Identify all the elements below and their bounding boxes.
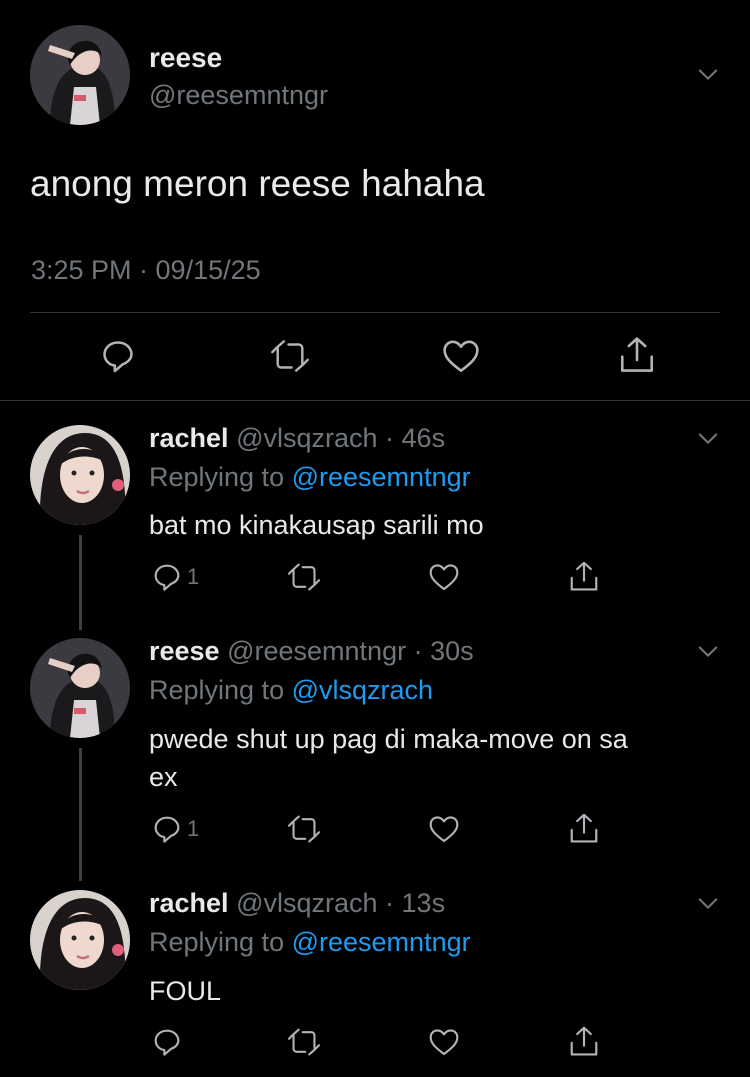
tweet-text-line: pwede shut up pag di maka-move on sa [149,724,628,754]
author-handle[interactable]: @reesemntngr [227,636,406,666]
avatar-image [30,25,130,125]
reply-icon[interactable] [99,337,137,375]
author-name[interactable]: reese [149,42,222,74]
avatar[interactable] [30,638,130,738]
tweet-age: · 46s [385,423,446,453]
like-icon[interactable] [428,562,460,592]
avatar-image [30,425,130,525]
author-name[interactable]: reese [149,636,220,666]
chevron-down-icon[interactable] [694,424,722,452]
reply-icon [151,813,183,845]
tweet-age: · 13s [385,888,446,918]
avatar[interactable] [30,890,130,990]
share-icon[interactable] [569,812,599,845]
retweet-icon[interactable] [287,813,321,845]
section-divider [0,400,750,401]
replying-to-label: Replying to [149,462,285,492]
like-icon[interactable] [428,1027,460,1057]
avatar[interactable] [30,25,130,125]
replying-to-label: Replying to [149,927,285,957]
thread-line [79,748,82,881]
like-icon[interactable] [441,338,481,374]
share-icon[interactable] [569,1025,599,1058]
replying-to-handle[interactable]: @reesemntngr [292,462,471,492]
author-handle[interactable]: @vlsqzrach [236,888,377,918]
author-handle[interactable]: @vlsqzrach [236,423,377,453]
tweet-timestamp[interactable]: 3:25 PM · 09/15/25 [31,255,261,286]
reply-button[interactable]: 1 [151,561,199,593]
reply-button[interactable]: 1 [151,813,199,845]
replying-to-handle[interactable]: @vlsqzrach [292,675,433,705]
divider [30,312,720,313]
author-handle[interactable]: @reesemntngr [149,80,328,111]
retweet-icon[interactable] [287,1026,321,1058]
share-icon[interactable] [619,335,655,375]
tweet-text: FOUL [149,976,222,1006]
share-icon[interactable] [569,560,599,593]
chevron-down-icon[interactable] [694,637,722,665]
replying-to-label: Replying to [149,675,285,705]
author-name[interactable]: rachel [149,888,229,918]
tweet-text: bat mo kinakausap sarili mo [149,510,484,540]
chevron-down-icon[interactable] [694,889,722,917]
avatar[interactable] [30,425,130,525]
reply-icon [151,1026,183,1058]
chevron-down-icon[interactable] [694,60,722,88]
author-name[interactable]: rachel [149,423,229,453]
retweet-icon[interactable] [287,561,321,593]
replying-to-handle[interactable]: @reesemntngr [292,927,471,957]
like-icon[interactable] [428,814,460,844]
retweet-icon[interactable] [270,337,310,375]
tweet-age: · 30s [413,636,474,666]
reply-button[interactable] [151,1026,187,1058]
tweet-text-line: ex [149,762,178,792]
reply-icon [151,561,183,593]
reply-count: 1 [187,564,200,589]
avatar-image [30,890,130,990]
tweet-text: anong meron reese hahaha [30,163,485,204]
reply-count: 1 [187,816,200,841]
avatar-image [30,638,130,738]
thread-line [79,535,82,630]
